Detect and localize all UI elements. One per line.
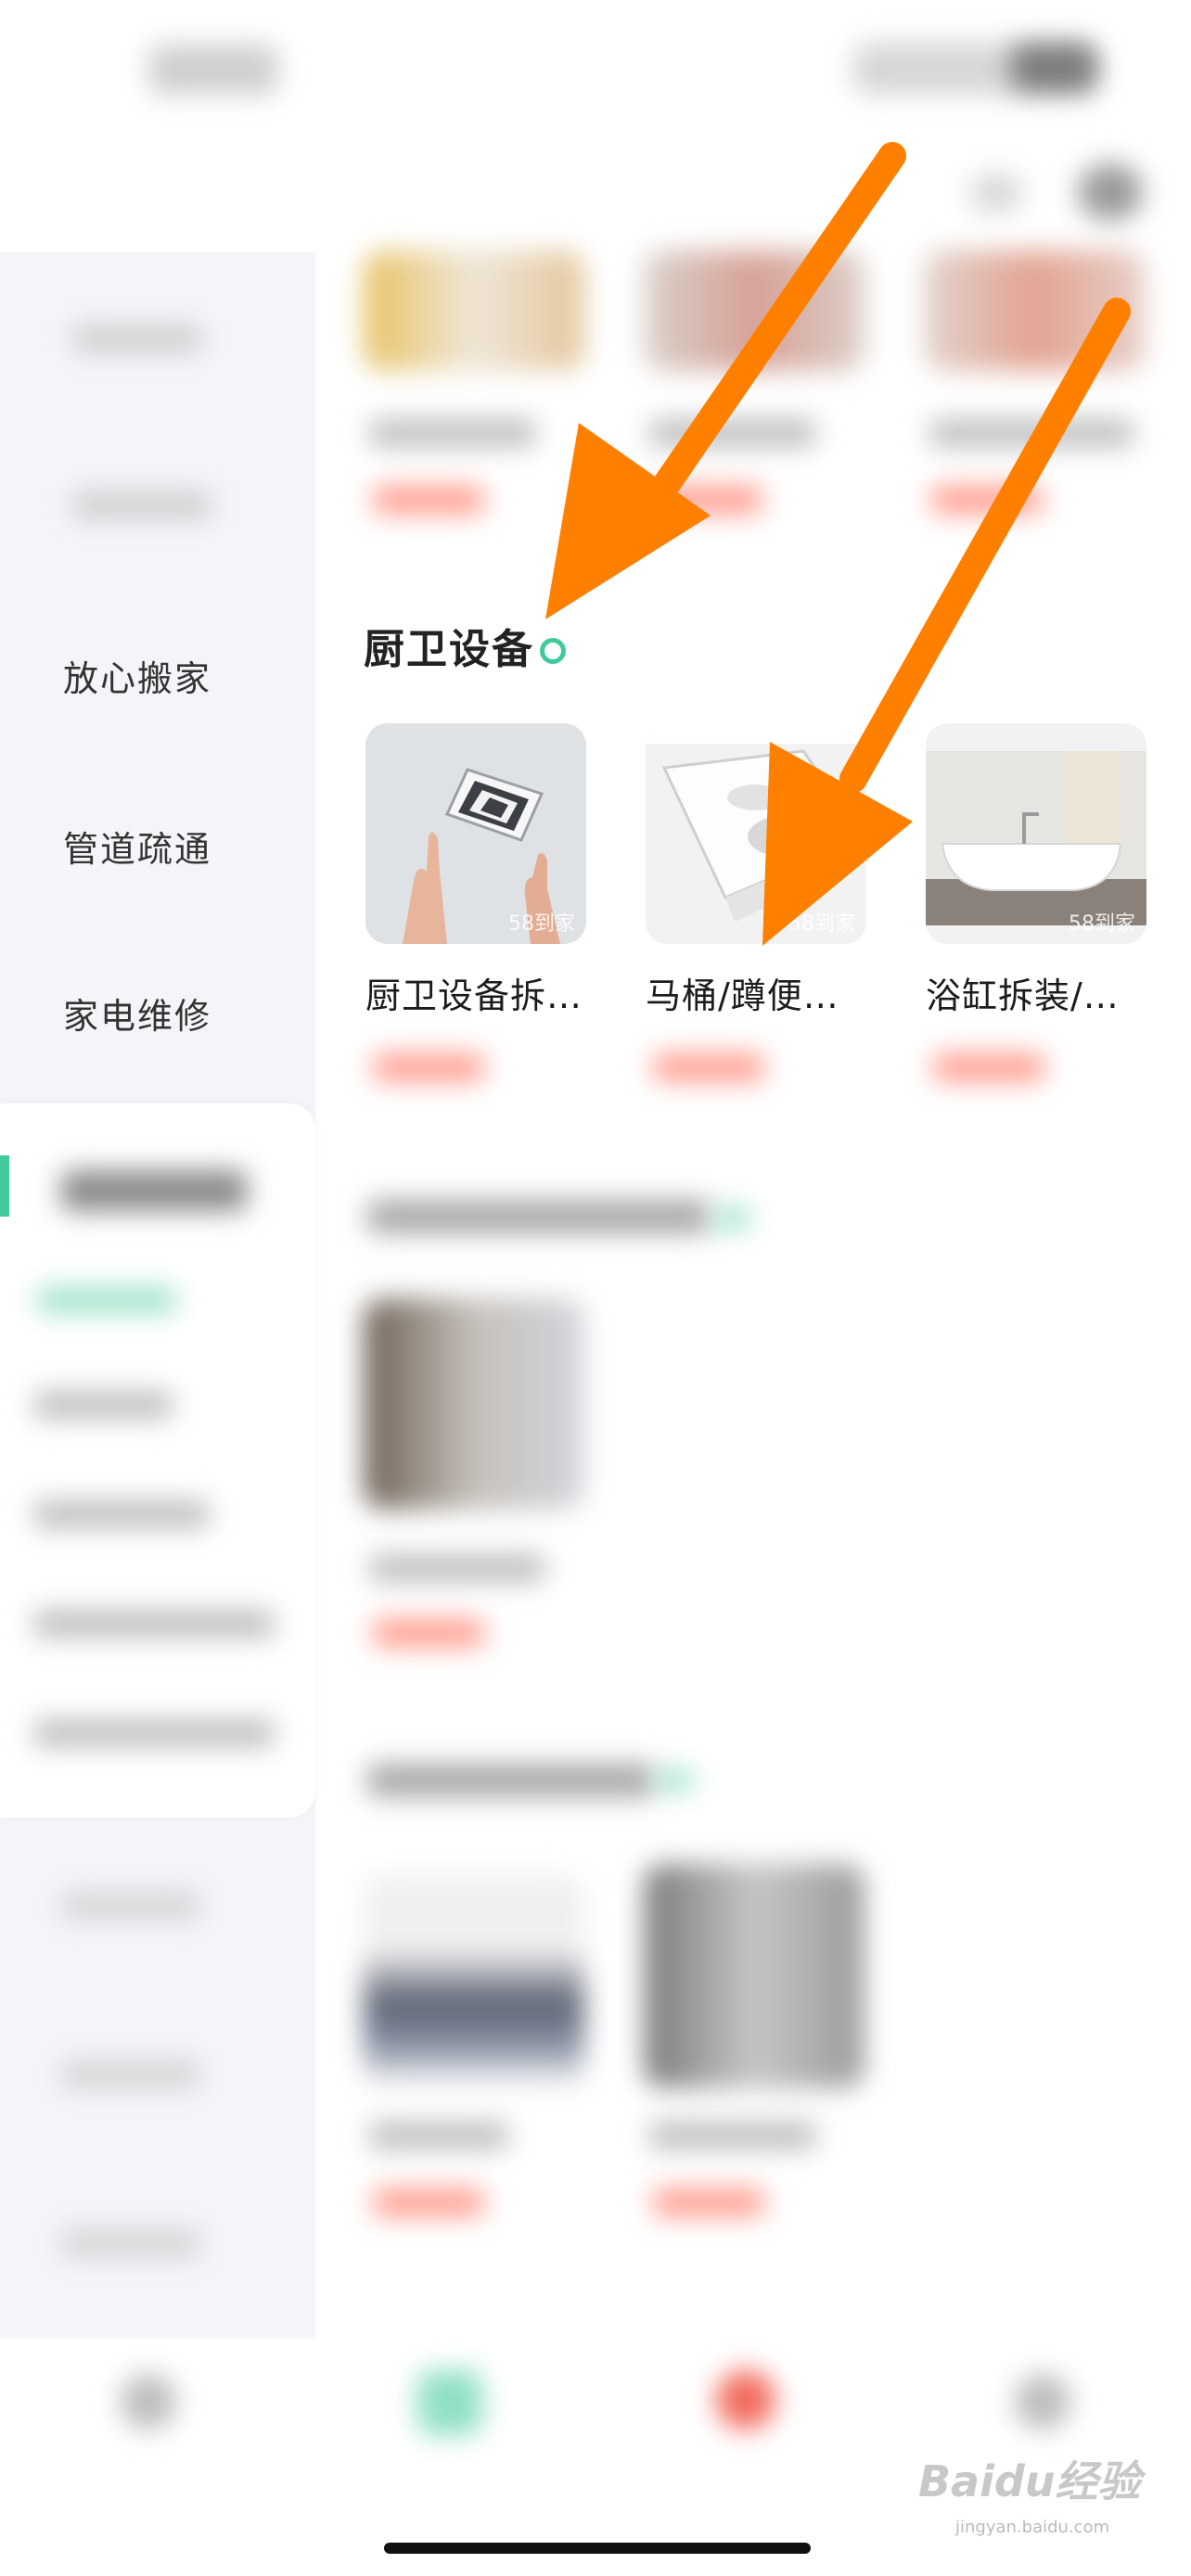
sidebar-item-blurred[interactable] bbox=[61, 2060, 200, 2088]
section-title-blurred bbox=[367, 1764, 655, 1797]
product-watermark: 58到家 bbox=[1069, 912, 1135, 936]
status-time bbox=[148, 45, 278, 95]
section-title: 厨卫设备 bbox=[364, 626, 534, 673]
product-price bbox=[373, 486, 484, 514]
tab-order-icon[interactable] bbox=[716, 2370, 775, 2429]
more-icon[interactable] bbox=[972, 174, 1020, 211]
product-price bbox=[373, 1619, 484, 1647]
product-name bbox=[649, 419, 816, 447]
sidebar-item-appliance-repair[interactable]: 家电维修 bbox=[63, 988, 304, 1044]
sidebar-active-item[interactable] bbox=[61, 1170, 247, 1211]
sidebar-subitem[interactable] bbox=[33, 1500, 210, 1528]
section-title-blurred bbox=[367, 1200, 711, 1233]
sidebar-item-blurred[interactable] bbox=[72, 325, 202, 352]
product-price bbox=[933, 1053, 1044, 1081]
tab-category-icon[interactable] bbox=[417, 2370, 482, 2435]
section-title-ring-icon bbox=[714, 1207, 751, 1230]
tab-home-icon[interactable] bbox=[121, 2374, 176, 2429]
product-price bbox=[373, 2188, 484, 2216]
baidu-watermark: Baidu经验 bbox=[918, 2456, 1141, 2506]
sidebar-subitem-active[interactable] bbox=[37, 1287, 176, 1313]
tab-profile-icon[interactable] bbox=[1015, 2374, 1070, 2429]
sidebar-item-moving[interactable]: 放心搬家 bbox=[63, 651, 304, 707]
sidebar-subitem[interactable] bbox=[33, 1719, 275, 1747]
product-watermark: 58到家 bbox=[788, 912, 855, 936]
active-indicator bbox=[0, 1155, 9, 1217]
product-name bbox=[369, 419, 536, 447]
product-name bbox=[929, 419, 1133, 447]
product-card-image[interactable]: 58到家 bbox=[646, 723, 866, 944]
product-name[interactable]: 浴缸拆装/… bbox=[926, 970, 1158, 1022]
arrow-to-section-title bbox=[545, 142, 906, 619]
product-name[interactable]: 马桶/蹲便… bbox=[646, 970, 877, 1022]
section-title-ring-icon bbox=[540, 638, 566, 664]
sidebar-subitem[interactable] bbox=[33, 1610, 275, 1638]
product-price bbox=[651, 486, 762, 514]
baidu-watermark-url: jingyan.baidu.com bbox=[955, 2518, 1110, 2537]
sidebar-item-pipe-cleaning[interactable]: 管道疏通 bbox=[63, 822, 304, 877]
product-thumb[interactable] bbox=[644, 1864, 864, 2088]
product-watermark: 58到家 bbox=[508, 912, 575, 936]
product-thumb[interactable] bbox=[924, 250, 1145, 371]
product-name bbox=[649, 2122, 816, 2149]
sidebar-subitem[interactable] bbox=[33, 1391, 173, 1419]
product-card-image[interactable]: 58到家 bbox=[926, 723, 1146, 944]
sidebar-item-blurred[interactable] bbox=[72, 491, 211, 519]
product-name bbox=[369, 1554, 545, 1582]
product-name[interactable]: 厨卫设备拆… bbox=[365, 970, 597, 1022]
product-name bbox=[369, 2122, 508, 2149]
product-thumb[interactable] bbox=[364, 1875, 584, 2088]
product-thumb[interactable] bbox=[364, 1298, 584, 1510]
sidebar-item-blurred[interactable] bbox=[61, 1892, 200, 1919]
product-thumb[interactable] bbox=[644, 250, 864, 371]
product-price bbox=[373, 1053, 484, 1081]
home-indicator[interactable] bbox=[384, 2543, 811, 2554]
product-thumb[interactable] bbox=[364, 250, 584, 371]
battery-icon bbox=[1011, 45, 1096, 91]
product-price bbox=[653, 1053, 764, 1081]
product-price bbox=[931, 486, 1043, 514]
product-price bbox=[653, 2188, 764, 2216]
section-title-ring-icon bbox=[657, 1769, 694, 1792]
product-card-image[interactable]: 58到家 bbox=[365, 723, 586, 944]
target-icon[interactable] bbox=[1078, 163, 1143, 221]
sidebar-item-blurred[interactable] bbox=[61, 2229, 200, 2257]
